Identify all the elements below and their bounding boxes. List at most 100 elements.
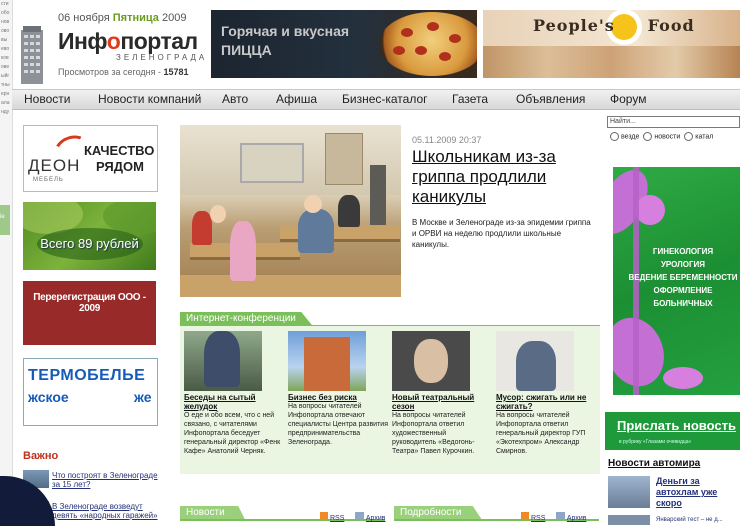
nav-newspaper[interactable]: Газета — [452, 92, 488, 106]
date-text: 06 ноября — [58, 12, 110, 24]
article-title-link[interactable]: Школьникам из-за гриппа продлили каникул… — [412, 147, 592, 207]
news-tab[interactable]: Новости — [180, 506, 245, 519]
conference-photo — [288, 331, 366, 391]
article-photo[interactable] — [180, 125, 401, 297]
conference-item[interactable]: Беседы на сытый желудок О еде и обо всем… — [184, 331, 284, 456]
deon-slogan-line2: РЯДОМ — [96, 159, 144, 174]
auto-news-thumbnail[interactable] — [608, 476, 650, 508]
strip-text: ала — [1, 100, 10, 106]
rss-icon — [521, 511, 529, 520]
radio-catalog[interactable] — [684, 132, 694, 141]
conference-item[interactable]: Мусор: сжигать или не сжигать? На вопрос… — [496, 331, 596, 456]
year-text: 2009 — [161, 12, 187, 24]
views-count: 15781 — [163, 67, 189, 77]
radio-label: везде — [621, 133, 640, 141]
strip-text: ков — [1, 55, 9, 61]
header-date: 06 ноября Пятница 2009 — [58, 12, 186, 24]
send-news-sub: в рубрику «Глазами очевидца» — [619, 439, 692, 445]
gynecology-ad[interactable]: ГИНЕКОЛОГИЯ УРОЛОГИЯ ВЕДЕНИЕ БЕРЕМЕННОСТ… — [613, 167, 740, 395]
strip-text: вы — [1, 37, 8, 43]
price-ad[interactable]: Всего 89 рублей — [23, 202, 156, 270]
radio-news[interactable] — [643, 132, 653, 141]
details-tab[interactable]: Подробности — [394, 506, 482, 519]
weekday-text: Пятница — [112, 12, 159, 24]
strip-text: ыйг — [1, 73, 10, 79]
conference-item[interactable]: Бизнес без риска На вопросы читателей Ин… — [288, 331, 388, 447]
archive-link[interactable]: Архив — [366, 515, 386, 522]
registration-ad-text: Перерегистрация ООО - 2009 — [33, 292, 146, 314]
site-logo[interactable]: Инфопортал — [58, 28, 198, 55]
conference-title[interactable]: Мусор: сжигать или не сжигать? — [496, 393, 596, 411]
thermo-underwear-ad[interactable]: ТЕРМОБЕЛЬЕ жское же — [23, 358, 158, 426]
thermo-text: жское — [28, 389, 69, 405]
gyn-line: УРОЛОГИЯ — [660, 260, 706, 269]
search-input[interactable] — [607, 116, 740, 128]
details-tab-header: Подробности RSS Архив — [394, 506, 599, 522]
tower-logo-icon — [21, 26, 43, 84]
send-news-label: Прислать новость — [617, 418, 736, 433]
conference-photo — [496, 331, 574, 391]
rss-icon — [320, 511, 328, 520]
nav-classifieds[interactable]: Объявления — [516, 92, 585, 106]
important-link[interactable]: В Зеленограде возведут девять «народных … — [52, 502, 164, 520]
conference-item[interactable]: Новый театральный сезон На вопросы читат… — [392, 331, 492, 456]
strip-text: ово — [1, 28, 10, 34]
price-ad-text: Всего 89 рублей — [40, 236, 139, 251]
conference-text: На вопросы читателей Инфопортала ответил… — [392, 412, 475, 455]
gynecology-ad-text: ГИНЕКОЛОГИЯ УРОЛОГИЯ ВЕДЕНИЕ БЕРЕМЕННОСТ… — [613, 245, 740, 310]
left-edge-strip: сти обо нов ово вы ево ков ове ыйг тны е… — [0, 0, 13, 525]
strip-text: сти — [1, 1, 9, 7]
conferences-tab[interactable]: Интернет-конференции — [180, 312, 312, 325]
rss-link[interactable]: RSS — [531, 515, 545, 522]
search-scope: везде новости катал — [608, 132, 713, 141]
registration-ad[interactable]: Перерегистрация ООО - 2009 — [23, 281, 156, 345]
deon-brand-sub: МЕБЕЛЬ — [33, 177, 64, 183]
conference-title[interactable]: Беседы на сытый желудок — [184, 393, 284, 411]
nav-news[interactable]: Новости — [24, 92, 70, 106]
conferences-panel: Беседы на сытый желудок О еде и обо всем… — [180, 326, 600, 474]
nav-company-news[interactable]: Новости компаний — [98, 92, 201, 106]
peoples-food-title: People's Food — [533, 16, 695, 35]
blackboard — [240, 143, 304, 183]
auto-news-link[interactable]: Январский тест – не д... — [656, 517, 723, 523]
gyn-line: БОЛЬНИЧНЫХ — [653, 299, 713, 308]
news-tab-header: Новости RSS Архив — [180, 506, 386, 522]
strip-text: ове — [1, 64, 10, 70]
auto-news-thumbnail[interactable] — [608, 515, 650, 525]
conference-text: На вопросы читателей Инфопортала отвечаю… — [288, 403, 388, 446]
article-date: 05.11.2009 20:37 — [412, 135, 482, 145]
conference-title[interactable]: Бизнес без риска — [288, 393, 388, 402]
send-news-button[interactable]: Прислать новость в рубрику «Глазами очев… — [605, 412, 740, 450]
auto-news-heading[interactable]: Новости автомира — [608, 458, 700, 469]
gyn-line: ВЕДЕНИЕ БЕРЕМЕННОСТИ — [628, 273, 738, 282]
conference-title[interactable]: Новый театральный сезон — [392, 393, 492, 411]
strip-text: нду — [1, 109, 10, 115]
pizza-banner[interactable]: Горячая и вкусная ПИЦЦА — [211, 10, 477, 78]
radio-everywhere[interactable] — [610, 132, 619, 141]
nav-auto[interactable]: Авто — [222, 92, 248, 106]
deon-ad[interactable]: КАЧЕСТВО РЯДОМ ДЕОН МЕБЕЛЬ — [23, 125, 158, 192]
nav-afisha[interactable]: Афиша — [276, 92, 317, 106]
strip-text: тны — [1, 82, 10, 88]
auto-news-link[interactable]: Деньги за автохлам уже скоро — [656, 476, 740, 509]
important-link[interactable]: Что построят в Зеленограде за 15 лет? — [52, 471, 162, 489]
conference-text: На вопросы читателей Инфопортала ответил… — [496, 412, 586, 455]
main-nav: Новости Новости компаний Авто Афиша Бизн… — [12, 89, 740, 110]
gyn-line: ОФОРМЛЕНИЕ — [653, 286, 713, 295]
pizza-image — [379, 12, 477, 76]
strip-text: обо — [1, 10, 10, 16]
archive-icon — [555, 512, 565, 520]
peoples-food-banner[interactable]: People's Food — [483, 10, 740, 78]
radio-label: новости — [654, 133, 681, 141]
logo-part: Инф — [58, 28, 107, 54]
nav-forum[interactable]: Форум — [610, 92, 646, 106]
views-label: Просмотров за сегодня - — [58, 67, 162, 77]
conference-photo — [392, 331, 470, 391]
conference-text: О еде и обо всем, что с ней связано, с ч… — [184, 412, 281, 455]
rss-link[interactable]: RSS — [330, 515, 344, 522]
strip-text: ево — [1, 46, 10, 52]
nav-business-catalog[interactable]: Бизнес-каталог — [342, 92, 428, 106]
archive-link[interactable]: Архив — [567, 515, 587, 522]
gyn-line: ГИНЕКОЛОГИЯ — [652, 247, 714, 256]
deon-brand: ДЕОН — [28, 156, 81, 175]
